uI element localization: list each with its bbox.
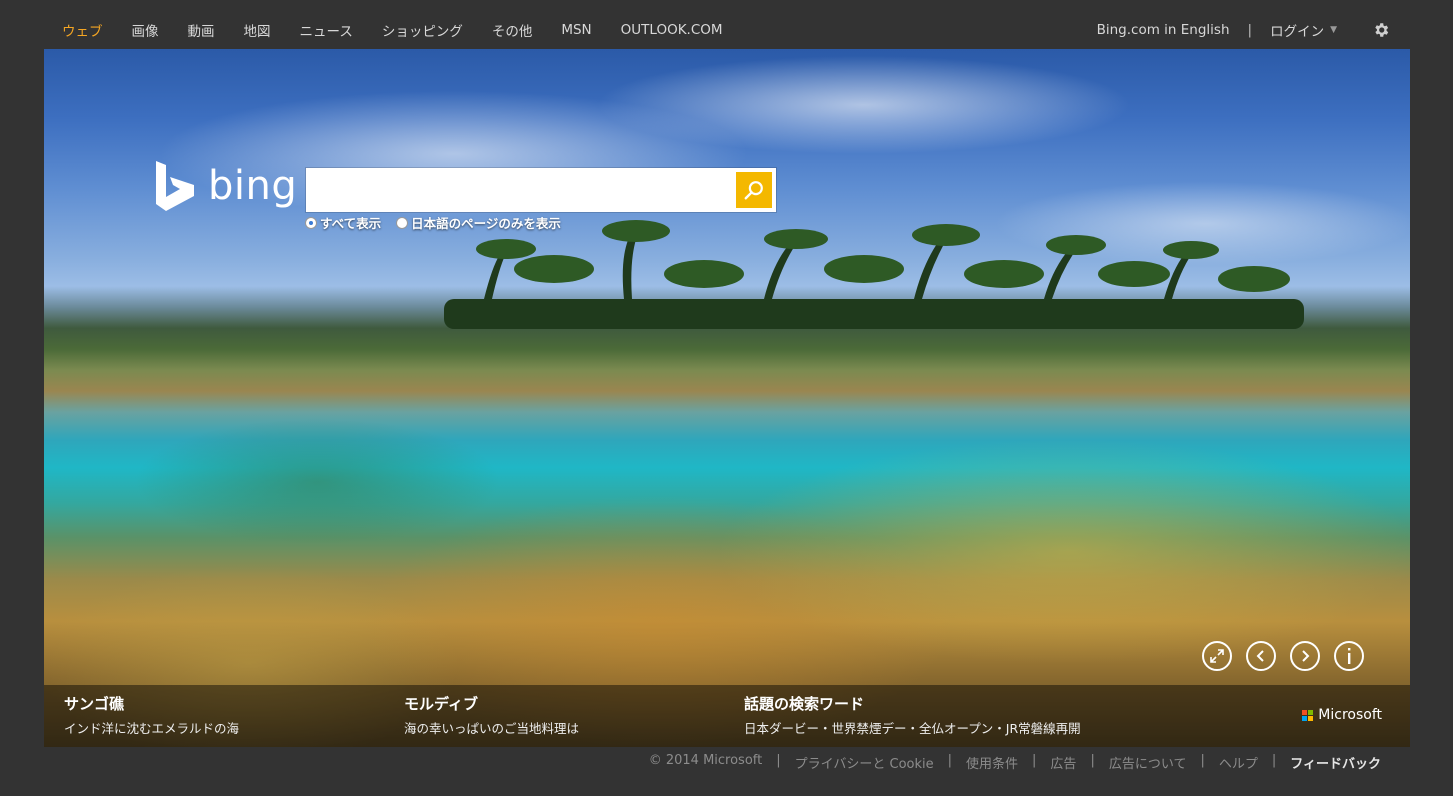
radio-selected-icon [306, 217, 316, 228]
nav-shopping[interactable]: ショッピング [382, 20, 463, 40]
story-3[interactable]: 話題の検索ワード 日本ダービー・世界禁煙デー・全仏オープン・JR常磐線再開 [744, 693, 1081, 737]
info-icon[interactable] [1334, 641, 1364, 671]
login-label: ログイン [1270, 24, 1325, 40]
footer-about-ads-link[interactable]: 広告について [1109, 753, 1187, 772]
footer-separator: | [1090, 753, 1095, 768]
footer-separator: | [1032, 753, 1037, 768]
footer-separator: | [1271, 753, 1277, 768]
nav-more[interactable]: その他 [492, 20, 533, 40]
microsoft-label: Microsoft [1318, 707, 1382, 723]
palm-trees-illustration [444, 220, 1304, 329]
footer-separator: | [776, 753, 781, 768]
microsoft-logo-icon [1302, 709, 1314, 721]
story-band: サンゴ礁 インド洋に沈むエメラルドの海 モルディブ 海の幸いっぱいのご当地料理は… [44, 685, 1410, 747]
footer-separator: | [947, 753, 953, 768]
chevron-down-icon: ▼ [1330, 25, 1337, 35]
search-button[interactable] [736, 172, 772, 208]
story-2-title: モルディブ [404, 695, 478, 713]
copyright: © 2014 Microsoft [648, 753, 763, 768]
nav-outlook[interactable]: OUTLOOK.COM [621, 22, 723, 38]
nav-separator: | [1247, 22, 1253, 38]
bing-logo-text: bing [208, 163, 298, 209]
radio-all[interactable]: すべて表示 [306, 213, 381, 232]
radio-unselected-icon [397, 217, 408, 228]
radio-all-label: すべて表示 [320, 216, 382, 231]
radio-japanese-label: 日本語のページのみを表示 [411, 216, 561, 231]
footer-terms-link[interactable]: 使用条件 [966, 753, 1018, 772]
story-1-subtitle: インド洋に沈むエメラルドの海 [64, 721, 240, 736]
story-3-title: 話題の検索ワード [744, 695, 865, 713]
microsoft-brand[interactable]: Microsoft [1302, 707, 1382, 723]
top-navigation: ウェブ 画像 動画 地図 ニュース ショッピング その他 MSN OUTLOOK… [0, 0, 1453, 48]
story-1[interactable]: サンゴ礁 インド洋に沈むエメラルドの海 [64, 693, 239, 737]
english-link[interactable]: Bing.com in English [1097, 22, 1230, 38]
image-controls [1188, 641, 1364, 671]
nav-videos[interactable]: 動画 [188, 20, 215, 40]
previous-image-icon[interactable] [1246, 641, 1276, 671]
search-box [306, 168, 776, 212]
nav-images[interactable]: 画像 [132, 20, 159, 40]
search-scope-options: すべて表示 日本語のページのみを表示 [306, 213, 577, 232]
footer-privacy-link[interactable]: プライバシーと Cookie [795, 753, 934, 772]
search-icon [744, 181, 763, 200]
bing-logo-icon [156, 161, 194, 211]
story-2[interactable]: モルディブ 海の幸いっぱいのご当地料理は [404, 693, 579, 737]
story-1-title: サンゴ礁 [64, 695, 125, 713]
bing-logo[interactable]: bing [154, 161, 297, 211]
hero-image: bing すべて表示 日本語のページのみを表示 サンゴ礁 インド洋に沈むエメラル… [44, 49, 1410, 747]
story-2-subtitle: 海の幸いっぱいのご当地料理は [404, 721, 580, 736]
footer-feedback-link[interactable]: フィードバック [1290, 753, 1381, 772]
nav-maps[interactable]: 地図 [244, 20, 271, 40]
gear-icon[interactable] [1371, 20, 1391, 40]
nav-web[interactable]: ウェブ [62, 20, 103, 40]
radio-japanese-only[interactable]: 日本語のページのみを表示 [397, 213, 561, 232]
footer-advertise-link[interactable]: 広告 [1050, 753, 1076, 772]
next-image-icon[interactable] [1290, 641, 1320, 671]
search-input[interactable] [306, 168, 726, 212]
login-button[interactable]: ログイン ▼ [1270, 20, 1337, 40]
story-3-subtitle: 日本ダービー・世界禁煙デー・全仏オープン・JR常磐線再開 [744, 721, 1081, 736]
footer: © 2014 Microsoft | プライバシーと Cookie | 使用条件… [649, 753, 1381, 772]
footer-help-link[interactable]: ヘルプ [1219, 753, 1258, 772]
expand-icon[interactable] [1202, 641, 1232, 671]
footer-separator: | [1200, 753, 1205, 768]
nav-news[interactable]: ニュース [300, 20, 353, 40]
nav-msn[interactable]: MSN [561, 22, 591, 38]
